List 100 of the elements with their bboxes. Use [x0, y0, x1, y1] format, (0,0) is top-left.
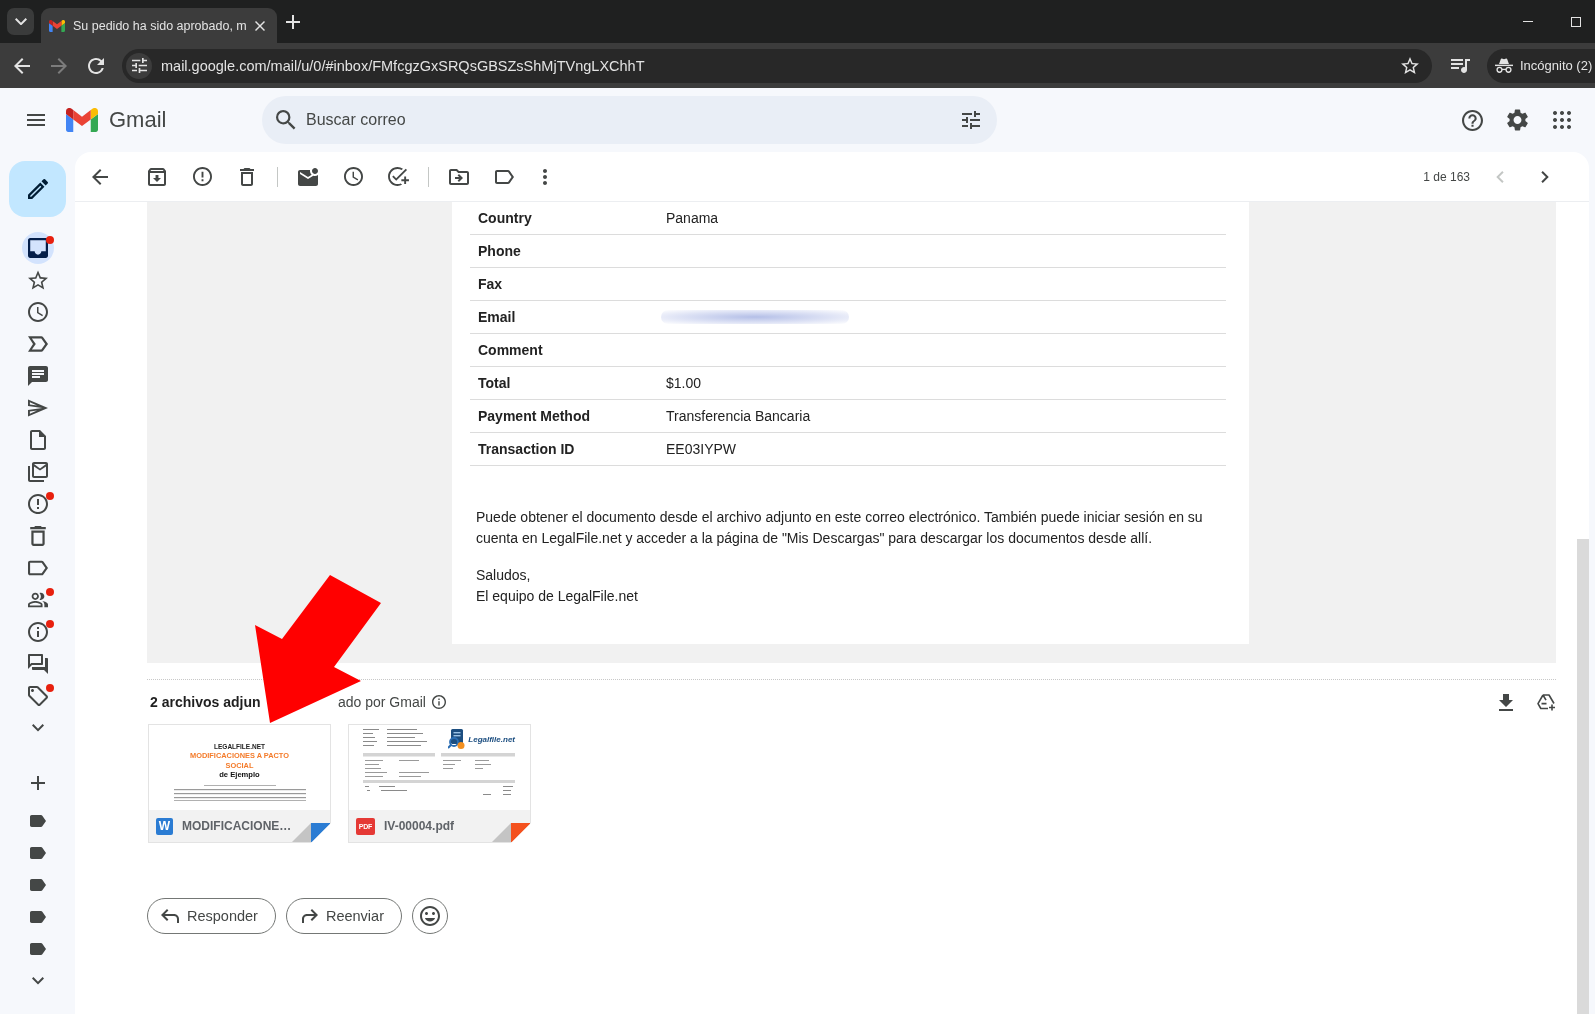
apps-grid-icon	[1553, 111, 1571, 129]
label-icon	[29, 943, 46, 955]
clock-icon	[27, 302, 48, 322]
field-label: Email	[478, 309, 516, 325]
field-label: Transaction ID	[478, 441, 575, 457]
m-logo-icon	[49, 19, 65, 32]
label-icon	[27, 558, 48, 578]
maximize-icon	[1571, 16, 1581, 27]
trash-icon	[27, 526, 48, 546]
logo-text: Legalfile.net	[468, 734, 515, 744]
field-label: Total	[478, 375, 511, 391]
field-label: Phone	[478, 243, 521, 259]
arrow-left-icon	[92, 168, 108, 185]
archive-icon	[148, 167, 166, 186]
rail-item[interactable]	[21, 232, 54, 264]
incognito-chip[interactable]: Incógnito (2)	[1487, 48, 1595, 83]
attachments-summary: 2 archivos adjun	[150, 694, 261, 710]
more-vertical-icon	[543, 168, 547, 185]
minimize-icon	[1523, 21, 1533, 22]
address-bar[interactable]: mail.google.com/mail/u/0/#inbox/FMfcgzGxSRQsGBSZsShMjTVngLXChhT	[122, 48, 1432, 83]
page-curl-icon	[491, 823, 530, 842]
field-label: Fax	[478, 276, 503, 292]
emoji-button[interactable]	[411, 898, 448, 934]
field-label: Country	[478, 210, 532, 226]
compose-button[interactable]	[9, 161, 66, 217]
chat-icon	[27, 366, 48, 386]
closing-line: El equipo de LegalFile.net	[476, 587, 639, 606]
label-icon	[29, 879, 46, 891]
page-counter: 1 de 163	[1423, 169, 1470, 184]
clock-icon	[343, 167, 363, 186]
app-name: Gmail	[109, 107, 167, 133]
info-icon	[27, 622, 48, 642]
arrow-left-icon	[14, 57, 30, 74]
incognito-icon	[1495, 58, 1513, 73]
check-plus-icon	[387, 167, 409, 186]
star-icon	[1401, 57, 1419, 74]
menu-icon	[27, 114, 45, 126]
reply-button[interactable]: Responder	[147, 898, 276, 934]
chevron-left-icon	[1496, 170, 1504, 183]
sliders-icon	[962, 111, 980, 129]
help-icon	[1461, 109, 1483, 131]
label-icon	[494, 169, 514, 184]
forward-button[interactable]: Reenviar	[285, 898, 402, 934]
tab-search-button[interactable]	[7, 8, 34, 35]
mail-stack-icon	[27, 462, 48, 482]
site-info-button[interactable]	[126, 52, 152, 79]
file-name: MODIFICACIONE…	[182, 819, 292, 833]
close-icon	[255, 20, 265, 31]
inbox-icon	[27, 238, 48, 258]
label-icon	[29, 847, 46, 859]
browser-tab[interactable]: Su pedido ha sido aprobado, m	[41, 8, 277, 43]
forum-icon	[27, 654, 48, 674]
new-tab-button[interactable]	[286, 14, 300, 29]
plus-icon	[286, 14, 300, 29]
triangle-plus-icon	[1536, 693, 1556, 711]
chevron-down-icon	[31, 724, 44, 732]
label-icon	[29, 911, 46, 923]
important-icon	[27, 334, 48, 354]
forward-arrow-icon	[299, 909, 318, 923]
search-icon	[276, 110, 296, 130]
reply-arrow-icon	[161, 909, 179, 923]
scrollbar-thumb[interactable]	[1577, 539, 1589, 1014]
body-paragraph: Puede obtener el documento desde el archivo adjunto en este correo electrónico. También puede iniciar sesión en su cuenta en LegalFile.net y acceder a la página de "Mis Descargas" para descargar los documentos desde allí.	[476, 508, 1204, 548]
music-list-icon	[1450, 58, 1470, 73]
label-icon	[29, 815, 46, 827]
folder-arrow-icon	[449, 168, 469, 185]
page-curl-icon	[291, 823, 330, 842]
arrow-right-icon	[51, 57, 67, 74]
people-icon	[27, 590, 48, 610]
reload-icon	[88, 57, 104, 74]
m-logo-icon	[66, 108, 98, 132]
file-name: IV-00004.pdf	[384, 819, 455, 833]
download-icon	[1499, 693, 1513, 711]
document-search-icon	[448, 729, 467, 749]
field-label: Payment Method	[478, 408, 590, 424]
text-lines-drawing	[363, 729, 427, 746]
search-field[interactable]: Buscar correo	[306, 109, 951, 131]
file-icon	[27, 430, 48, 450]
info-icon	[431, 695, 446, 709]
address-field[interactable]: mail.google.com/mail/u/0/#inbox/FMfcgzGxSRQsGBSZsShMjTVngLXChhT	[161, 55, 1399, 76]
chevron-down-icon	[14, 17, 27, 26]
file-type-badge: W	[156, 817, 173, 835]
download-all-button[interactable]	[1496, 692, 1516, 712]
plus-icon	[30, 776, 45, 790]
search-bar[interactable]: Buscar correo	[262, 96, 997, 144]
field-value: EE03IYPW	[666, 441, 737, 457]
closing-line: Saludos,	[476, 566, 532, 585]
field-value: Panama	[666, 210, 719, 226]
chevron-down-icon	[31, 977, 44, 985]
sliders-icon	[131, 58, 147, 73]
alert-icon	[192, 167, 212, 186]
pencil-icon	[27, 179, 48, 199]
add-to-drive-button[interactable]	[1536, 692, 1556, 712]
field-value: $1.00	[666, 375, 702, 391]
field-value: Transferencia Bancaria	[666, 408, 811, 424]
trash-icon	[240, 167, 254, 186]
alert-icon	[27, 494, 48, 514]
send-icon	[27, 398, 48, 418]
settings-icon	[1506, 109, 1528, 131]
tag-icon	[27, 686, 48, 706]
